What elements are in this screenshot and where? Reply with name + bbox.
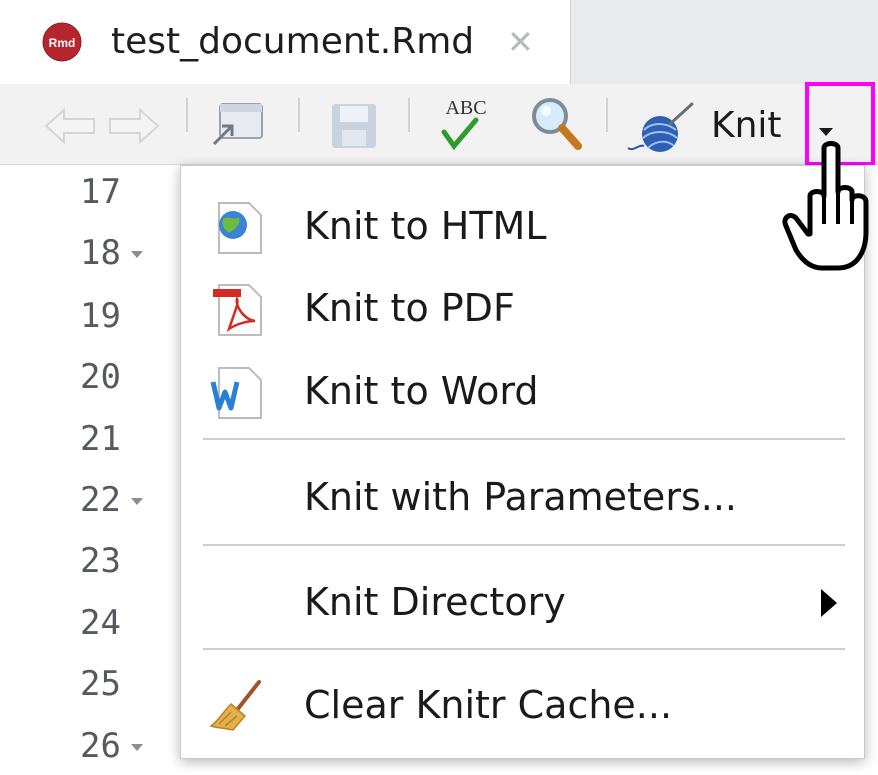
knit-yarn-icon[interactable]	[626, 102, 696, 156]
menu-item-label: Knit to PDF	[304, 286, 515, 330]
fold-toggle-icon[interactable]	[130, 498, 143, 505]
line-number: 18	[80, 233, 170, 273]
line-number-text: 24	[80, 603, 121, 643]
menu-item-knit-to-pdf[interactable]: Knit to PDF	[181, 273, 864, 343]
fold-toggle-icon[interactable]	[130, 744, 143, 751]
knit-dropdown-caret-icon[interactable]	[819, 128, 833, 136]
menu-item-clear-knitr-cache[interactable]: Clear Knitr Cache...	[181, 670, 864, 740]
menu-item-label: Clear Knitr Cache...	[304, 683, 673, 727]
line-number: 22	[80, 480, 170, 520]
source-tab-bar: Rmd test_document.Rmd ✕	[0, 0, 878, 84]
line-number: 17	[80, 172, 170, 212]
back-forward-arrows-icon[interactable]	[42, 106, 162, 146]
line-number-text: 23	[80, 541, 121, 581]
menu-item-label: Knit to HTML	[304, 204, 547, 248]
line-number-text: 22	[80, 480, 121, 520]
toolbar-separator	[408, 98, 410, 132]
document-tab[interactable]: Rmd test_document.Rmd ✕	[0, 0, 571, 84]
line-number-text: 26	[80, 726, 121, 766]
save-icon[interactable]	[330, 102, 378, 150]
line-number-text: 25	[80, 664, 121, 704]
broom-icon	[209, 680, 261, 731]
line-number: 25	[80, 664, 170, 704]
pdf-icon	[213, 284, 262, 336]
line-number-text: 19	[80, 296, 121, 336]
line-number-text: 18	[80, 233, 121, 273]
menu-item-label: Knit Directory	[304, 580, 566, 624]
fold-toggle-icon[interactable]	[130, 251, 143, 258]
spell-check-abc-text: ABC	[445, 97, 486, 119]
line-number: 19	[80, 296, 170, 336]
line-number-text: 17	[80, 172, 121, 212]
close-tab-icon[interactable]: ✕	[507, 22, 534, 62]
rmd-file-icon: Rmd	[42, 22, 82, 62]
spell-check-icon[interactable]: ABC	[432, 92, 500, 156]
show-in-window-icon[interactable]	[210, 100, 266, 148]
menu-separator	[203, 648, 845, 650]
line-number-text: 21	[80, 419, 121, 459]
menu-separator	[203, 438, 845, 440]
toolbar-separator	[606, 98, 608, 132]
line-number: 26	[80, 726, 170, 766]
toolbar-separator	[298, 98, 300, 132]
find-replace-magnifier-icon[interactable]	[528, 94, 584, 152]
line-number-text: 20	[80, 357, 121, 397]
menu-item-knit-to-word[interactable]: Knit to Word	[181, 356, 864, 426]
word-icon	[210, 367, 262, 419]
knit-options-menu: Knit to HTML Knit to PDF Knit to Word Kn…	[180, 165, 865, 759]
menu-item-knit-directory[interactable]: Knit Directory	[181, 567, 864, 637]
html-globe-icon	[218, 202, 262, 254]
hand-pointer-cursor-icon	[782, 141, 869, 271]
toolbar-separator	[186, 98, 188, 132]
menu-item-knit-to-html[interactable]: Knit to HTML	[181, 191, 864, 261]
line-number: 20	[80, 357, 170, 397]
knit-button[interactable]: Knit	[711, 101, 782, 151]
line-number: 21	[80, 419, 170, 459]
menu-separator	[203, 544, 845, 546]
tab-title: test_document.Rmd	[111, 21, 475, 62]
gutter-edge-mark: ⋮	[869, 605, 878, 633]
submenu-arrow-icon	[821, 589, 837, 617]
menu-item-label: Knit with Parameters...	[304, 475, 737, 519]
rmd-badge-text: Rmd	[49, 36, 76, 50]
menu-item-label: Knit to Word	[304, 369, 539, 413]
line-number: 24	[80, 603, 170, 643]
menu-item-knit-with-parameters[interactable]: Knit with Parameters...	[181, 462, 864, 532]
line-number: 23	[80, 541, 170, 581]
